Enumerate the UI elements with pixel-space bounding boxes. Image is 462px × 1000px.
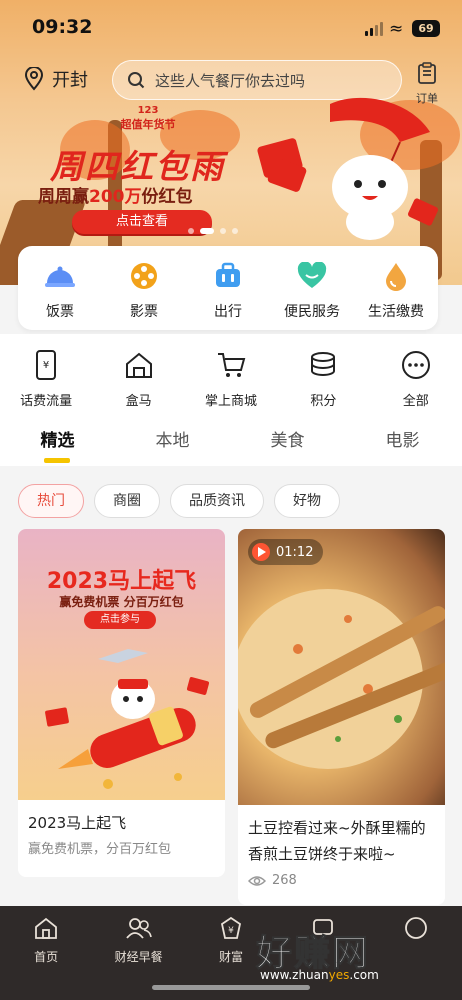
carousel-indicator bbox=[188, 228, 238, 234]
clipboard-icon bbox=[418, 62, 436, 84]
watermark-url: www.zhuanyes.com bbox=[260, 968, 379, 982]
promo-card-join-button[interactable]: 点击参与 bbox=[84, 611, 156, 629]
card-title: 2023马上起飞 bbox=[28, 814, 127, 832]
play-icon bbox=[252, 543, 270, 561]
chip-quality-news[interactable]: 品质资讯 bbox=[170, 484, 264, 518]
mascot-illustration bbox=[257, 97, 439, 240]
heart-service-icon bbox=[297, 262, 327, 288]
entry-points[interactable]: 积分 bbox=[281, 350, 365, 426]
tab-movie[interactable]: 电影 bbox=[345, 426, 460, 466]
tab-food[interactable]: 美食 bbox=[230, 426, 345, 466]
promo-badge: 123 超值年货节 bbox=[120, 105, 176, 131]
video-thumbnail[interactable]: 01:12 bbox=[238, 529, 445, 805]
water-drop-icon bbox=[386, 263, 406, 291]
food-cloche-icon bbox=[45, 266, 75, 287]
content-tabs: 精选 本地 美食 电影 bbox=[0, 426, 462, 466]
service-item-food-ticket[interactable]: 饭票 bbox=[18, 260, 102, 330]
coins-stack-icon bbox=[311, 352, 336, 376]
film-reel-icon bbox=[131, 263, 157, 289]
tab-featured[interactable]: 精选 bbox=[0, 426, 115, 466]
tab-local[interactable]: 本地 bbox=[115, 426, 230, 466]
service-item-convenience[interactable]: 便民服务 bbox=[270, 260, 354, 330]
rocket-mascot-illustration bbox=[45, 649, 210, 789]
card-subtitle: 赢免费机票，分百万红包 bbox=[28, 842, 172, 857]
more-dots-icon bbox=[401, 351, 430, 379]
filter-chips: 热门 商圈 品质资讯 好物 bbox=[18, 484, 340, 518]
entry-mall[interactable]: 掌上商城 bbox=[189, 350, 273, 426]
shopping-cart-icon bbox=[217, 353, 246, 377]
service-item-utility-bills[interactable]: 生活缴费 bbox=[354, 260, 438, 330]
battery-icon: 69 bbox=[412, 20, 440, 37]
svg-text:¥: ¥ bbox=[43, 360, 49, 371]
entry-all[interactable]: 全部 bbox=[374, 350, 458, 426]
search-placeholder: 这些人气餐厅你去过吗 bbox=[155, 71, 306, 90]
entry-shortcuts: ¥ 话费流量 盒马 掌上商城 积分 全部 bbox=[0, 334, 462, 426]
feed-card-video[interactable]: 01:12 土豆控看过来~外酥里糯的香煎土豆饼终于来啦~ 268 bbox=[238, 529, 445, 905]
promo-card-image: 2023马上起飞 赢免费机票 分百万红包 点击参与 bbox=[18, 529, 225, 800]
promo-subtitle: 周周赢200万份红包 bbox=[38, 187, 193, 207]
service-item-movie-ticket[interactable]: 影票 bbox=[102, 260, 186, 330]
entry-hema[interactable]: 盒马 bbox=[97, 350, 181, 426]
chip-good-stuff[interactable]: 好物 bbox=[274, 484, 340, 518]
home-indicator bbox=[152, 985, 310, 990]
location-pin-icon bbox=[24, 67, 44, 91]
search-icon bbox=[128, 72, 145, 89]
wifi-icon: ≈ bbox=[389, 19, 404, 39]
feed-card-promo[interactable]: 2023马上起飞 赢免费机票 分百万红包 点击参与 2023马上起飞 赢免费机票… bbox=[18, 529, 225, 877]
suitcase-icon bbox=[216, 262, 240, 287]
home-icon bbox=[35, 917, 58, 939]
hema-house-icon bbox=[125, 352, 152, 378]
card-title: 土豆控看过来~外酥里糯的香煎土豆饼终于来啦~ bbox=[248, 819, 426, 863]
entry-phone-bill[interactable]: ¥ 话费流量 bbox=[4, 350, 88, 426]
promo-card-headline: 2023马上起飞 bbox=[46, 569, 197, 594]
site-watermark: 好赚网 www.zhuanyes.com bbox=[255, 933, 379, 983]
city-name: 开封 bbox=[52, 70, 88, 91]
hero-banner[interactable]: 09:32 ≈ 69 开封 这些人气餐厅你去过吗 订单 123 超值年货节 周四… bbox=[0, 0, 462, 285]
service-item-travel[interactable]: 出行 bbox=[186, 260, 270, 330]
people-icon bbox=[125, 918, 152, 939]
nav-home[interactable]: 首页 bbox=[2, 916, 90, 1000]
chip-hot[interactable]: 热门 bbox=[18, 484, 84, 518]
chip-business-district[interactable]: 商圈 bbox=[94, 484, 160, 518]
service-shortcuts: 饭票 影票 出行 便民服务 生活缴费 bbox=[18, 246, 438, 330]
status-bar: 09:32 ≈ 69 bbox=[0, 14, 462, 42]
promo-title: 周四红包雨 bbox=[50, 147, 225, 186]
svg-text:¥: ¥ bbox=[228, 926, 234, 936]
promo-card-tagline: 赢免费机票 分百万红包 bbox=[59, 595, 184, 609]
status-time: 09:32 bbox=[32, 16, 93, 38]
signal-icon bbox=[365, 22, 383, 36]
city-selector[interactable]: 开封 bbox=[24, 66, 88, 92]
video-duration-badge: 01:12 bbox=[248, 539, 324, 565]
eye-icon bbox=[248, 875, 266, 886]
potato-cake-photo bbox=[238, 589, 445, 769]
card-views: 268 bbox=[238, 867, 445, 894]
phone-bill-icon: ¥ bbox=[36, 350, 57, 380]
wealth-icon: ¥ bbox=[220, 916, 241, 939]
